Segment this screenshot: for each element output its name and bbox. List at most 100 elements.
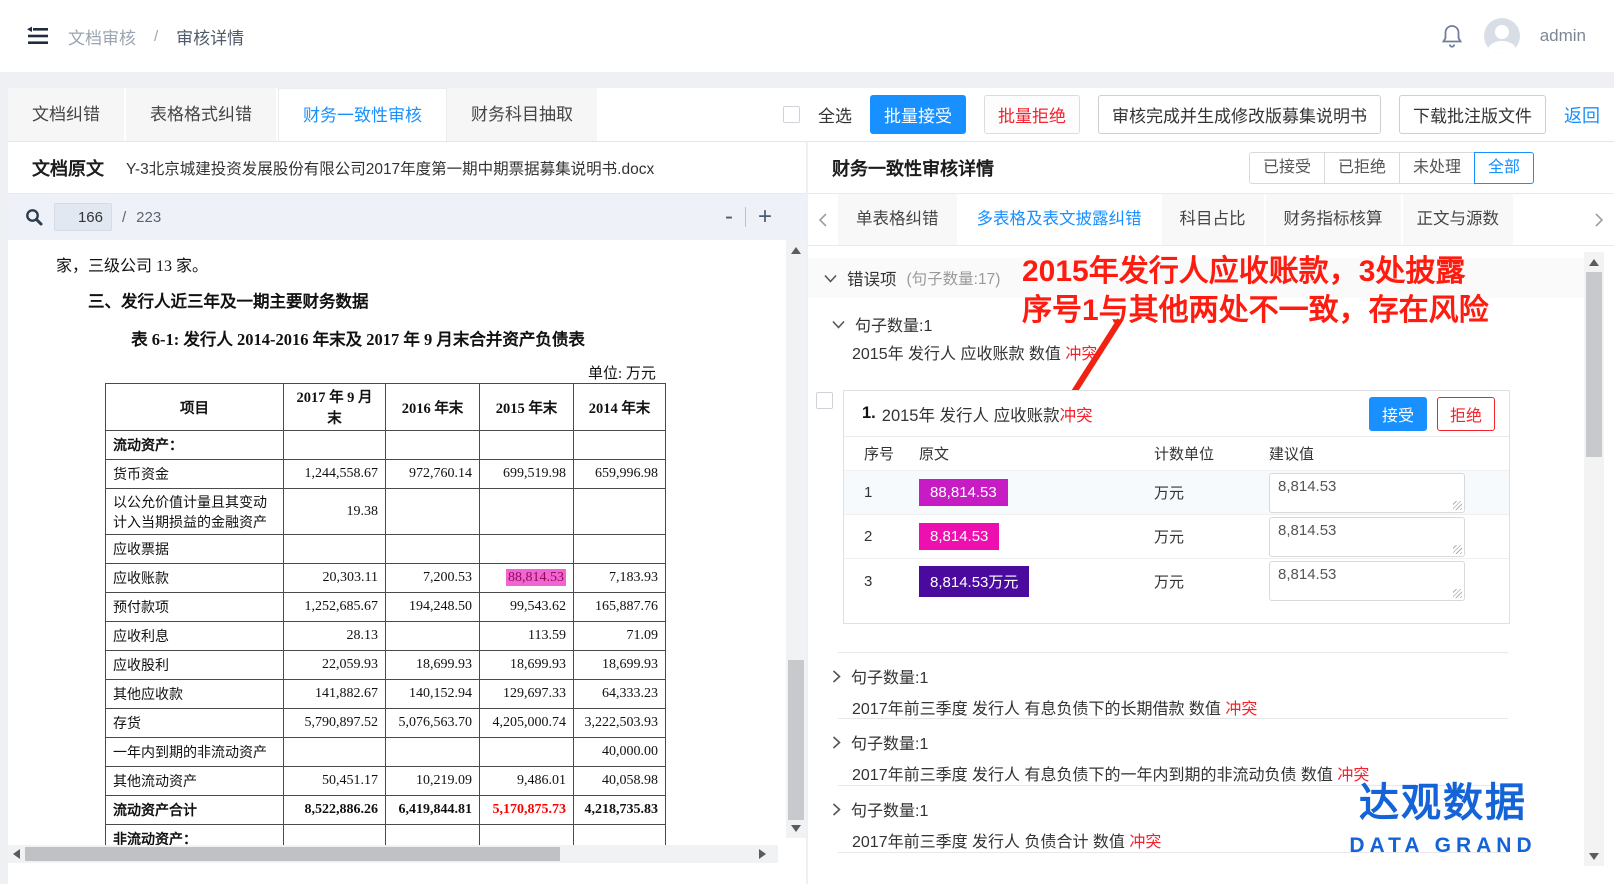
scroll-down-arrow[interactable]: [1584, 848, 1604, 864]
doc-pager-bar: / 223 - +: [8, 194, 806, 240]
review-vertical-scrollbar[interactable]: [1584, 252, 1604, 866]
original-value-badge[interactable]: 8,814.53: [919, 523, 999, 550]
caret-right-icon: [832, 670, 841, 683]
back-link[interactable]: 返回: [1564, 102, 1600, 128]
page-number-input[interactable]: [54, 203, 112, 231]
filter-0[interactable]: 已接受: [1249, 152, 1325, 184]
menu-fold-icon[interactable]: [26, 25, 50, 47]
list-divider: [838, 652, 1508, 653]
complete-generate-button[interactable]: 审核完成并生成修改版募集说明书: [1098, 95, 1381, 134]
resize-grip-icon[interactable]: [1453, 545, 1462, 554]
card-row-2: 28,814.53万元8,814.53: [844, 515, 1509, 559]
document-panel: 文档原文 Y-3北京城建投资发展股份有限公司2017年度第一期中期票据募集说明书…: [8, 142, 806, 884]
doc-table-row: 流动资产：: [106, 431, 666, 460]
error-list-item[interactable]: 句子数量:1 2017年前三季度 发行人 有息负债下的长期借款 数值 冲突: [832, 664, 1512, 719]
resize-grip-icon[interactable]: [1453, 501, 1462, 510]
select-all-checkbox[interactable]: [783, 106, 800, 123]
scroll-right-arrow[interactable]: [754, 846, 770, 862]
main-tab-2[interactable]: 财务一致性审核: [278, 88, 447, 141]
conflict-tag: 冲突: [1129, 834, 1161, 851]
main-tab-3[interactable]: 财务科目抽取: [447, 88, 599, 141]
card-col-3: 建议值: [1269, 443, 1509, 464]
batch-reject-button[interactable]: 批量拒绝: [984, 95, 1080, 134]
card-title: 2015年 发行人 应收账款: [882, 402, 1060, 426]
doc-vscroll-thumb[interactable]: [788, 660, 804, 820]
search-icon[interactable]: [24, 207, 44, 227]
select-all-label: 全选: [818, 102, 852, 127]
batch-accept-button[interactable]: 批量接受: [870, 95, 966, 134]
doc-table-row: 应收账款20,303.117,200.5388,814.537,183.93: [106, 564, 666, 593]
breadcrumb-review-detail: 审核详情: [176, 24, 244, 49]
doc-panel-title: 文档原文: [32, 155, 104, 181]
zoom-out-button[interactable]: -: [725, 205, 733, 229]
review-tab-4[interactable]: 正文与源数: [1403, 194, 1515, 245]
review-tab-0[interactable]: 单表格纠错: [838, 194, 959, 245]
sentence-summary: 2017年前三季度 发行人 有息负债下的长期借款 数值 冲突: [852, 695, 1512, 719]
bell-icon[interactable]: [1440, 23, 1464, 49]
download-annotated-button[interactable]: 下载批注版文件: [1399, 95, 1546, 134]
sentence-group-header[interactable]: 句子数量:1: [832, 312, 932, 336]
doc-col-1: 2017 年 9 月末: [284, 384, 386, 431]
breadcrumb-doc-review[interactable]: 文档审核: [68, 24, 136, 49]
review-tabs-inner: 单表格纠错多表格及表文披露纠错科目占比财务指标核算正文与源数: [838, 194, 1515, 245]
error-detail-card: 1. 2015年 发行人 应收账款 冲突 接受 拒绝 序号原文计数单位建议值 1…: [843, 390, 1510, 624]
review-vscroll-thumb[interactable]: [1586, 272, 1602, 457]
zoom-divider: [745, 207, 746, 227]
doc-vertical-scrollbar[interactable]: [786, 240, 806, 838]
doc-filename: Y-3北京城建投资发展股份有限公司2017年度第一期中期票据募集说明书.docx: [126, 157, 654, 179]
doc-section-heading: 三、发行人近三年及一期主要财务数据: [88, 288, 369, 312]
main-tab-0[interactable]: 文档纠错: [8, 88, 126, 141]
sentence-count: 句子数量:1: [855, 312, 932, 336]
scroll-down-arrow[interactable]: [786, 820, 806, 836]
doc-table-row: 非流动资产：: [106, 825, 666, 846]
filter-3[interactable]: 全部: [1474, 152, 1534, 184]
reject-button[interactable]: 拒绝: [1437, 397, 1495, 431]
doc-table-row: 货币资金1,244,558.67972,760.14699,519.98659,…: [106, 460, 666, 489]
card-row-3: 38,814.53万元万元8,814.53: [844, 559, 1509, 603]
original-value-badge[interactable]: 88,814.53: [919, 479, 1008, 506]
red-annotation: 2015年发行人应收账款，3处披露 序号1与其他两处不一致，存在风险: [1022, 252, 1582, 330]
page-total: 223: [136, 209, 161, 226]
accept-button[interactable]: 接受: [1369, 397, 1427, 431]
review-tab-3[interactable]: 财务指标核算: [1266, 194, 1403, 245]
logo-english: DATA GRAND: [1348, 834, 1538, 858]
suggestion-input[interactable]: 8,814.53: [1269, 473, 1465, 513]
doc-col-4: 2014 年末: [574, 384, 666, 431]
scroll-up-arrow[interactable]: [786, 242, 806, 258]
original-value-badge[interactable]: 8,814.53万元: [919, 566, 1029, 597]
review-tab-2[interactable]: 科目占比: [1162, 194, 1266, 245]
filter-2[interactable]: 未处理: [1399, 152, 1475, 184]
main-toolbar: 文档纠错表格格式纠错财务一致性审核财务科目抽取 全选 批量接受 批量拒绝 审核完…: [8, 88, 1614, 142]
error-item-checkbox[interactable]: [816, 392, 833, 409]
resize-grip-icon[interactable]: [1453, 589, 1462, 598]
review-tab-1[interactable]: 多表格及表文披露纠错: [959, 194, 1162, 245]
page-separator: /: [122, 209, 126, 226]
scroll-up-arrow[interactable]: [1584, 254, 1604, 270]
logo-chinese: 达观数据: [1348, 770, 1538, 828]
doc-table-header-row: 项目2017 年 9 月末2016 年末2015 年末2014 年末: [106, 384, 666, 431]
breadcrumb-separator: /: [154, 28, 158, 45]
unit-label: 万元: [1154, 526, 1269, 547]
doc-col-3: 2015 年末: [480, 384, 574, 431]
chevron-left-icon[interactable]: [808, 194, 838, 245]
filter-1[interactable]: 已拒绝: [1324, 152, 1400, 184]
doc-hscroll-thumb[interactable]: [25, 847, 560, 861]
doc-table-row: 预付款项1,252,685.67194,248.5099,543.62165,8…: [106, 593, 666, 622]
suggestion-input[interactable]: 8,814.53: [1269, 517, 1465, 557]
scroll-left-arrow[interactable]: [8, 846, 24, 862]
suggestion-input[interactable]: 8,814.53: [1269, 561, 1465, 601]
conflict-tag: 冲突: [1060, 402, 1093, 426]
avatar[interactable]: [1484, 18, 1520, 54]
error-group-count: (句子数量:17): [907, 267, 1001, 289]
app-root: 文档审核 / 审核详情 admin 文档纠错表格格式纠错财务一致性审核财务科目抽…: [0, 0, 1614, 884]
zoom-in-button[interactable]: +: [758, 205, 772, 229]
caret-right-icon: [832, 803, 841, 816]
doc-horizontal-scrollbar[interactable]: [8, 845, 778, 863]
sentence-count: 句子数量:1: [851, 664, 928, 688]
caret-right-icon: [832, 736, 841, 749]
main-tab-1[interactable]: 表格格式纠错: [126, 88, 278, 141]
error-group-label: 错误项: [847, 266, 897, 290]
card-row-1: 188,814.53万元8,814.53: [844, 471, 1509, 515]
chevron-right-icon[interactable]: [1584, 194, 1614, 245]
card-col-1: 原文: [919, 443, 1154, 464]
